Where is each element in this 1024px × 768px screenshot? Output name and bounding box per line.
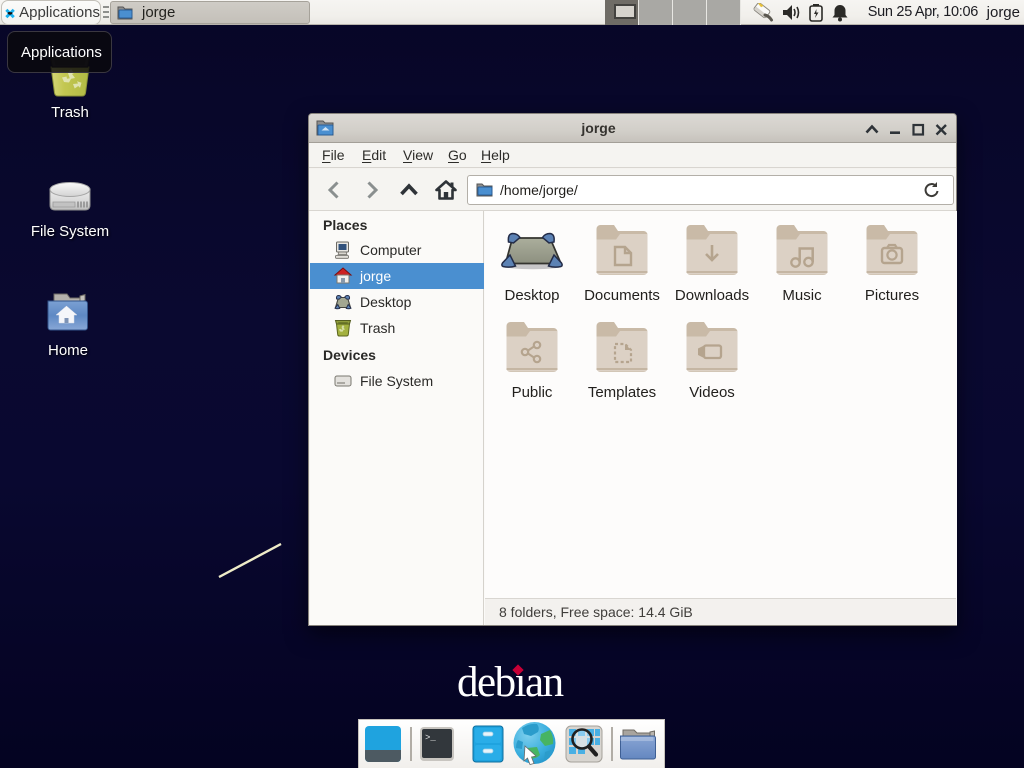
svg-text:>_: >_ xyxy=(425,733,436,743)
